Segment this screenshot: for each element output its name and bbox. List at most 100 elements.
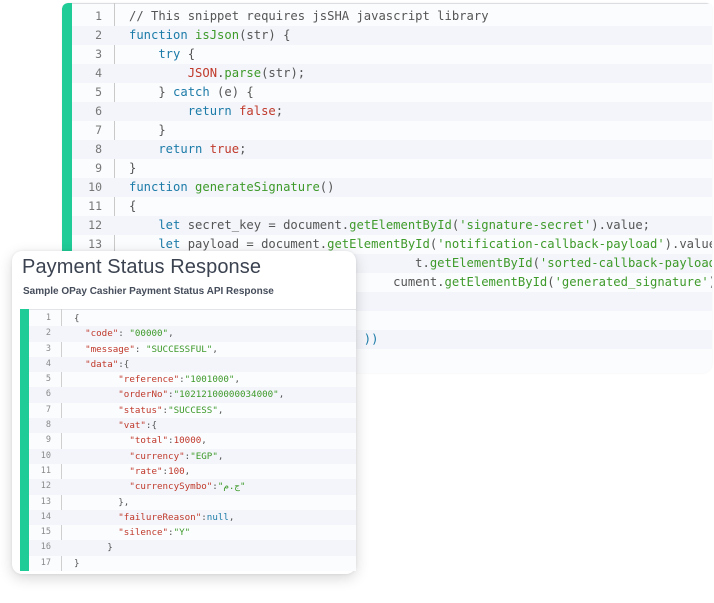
line-code: "reference":"1001000", <box>74 372 240 387</box>
line-code: "total":10000, <box>74 433 207 448</box>
code-token: // This snippet requires jsSHA javascrip… <box>129 9 489 23</box>
code-token: "data" <box>74 358 119 370</box>
code-line: 6 "orderNo":"10212100000034000", <box>29 387 356 403</box>
code-token: "Y" <box>173 527 191 539</box>
card-title: Payment Status Response <box>22 256 262 278</box>
code-token: (str) { <box>239 28 291 42</box>
code-line: 9} <box>72 159 712 178</box>
line-code: } <box>129 121 165 140</box>
line-number: 6 <box>45 389 51 400</box>
code-line: 6 return false; <box>72 102 712 121</box>
line-code: JSON.parse(str); <box>129 64 305 83</box>
code-token: ); <box>709 275 712 289</box>
code-token: function <box>129 28 196 42</box>
code-token: "1001000" <box>184 374 235 386</box>
code-line: 4 "data":{ <box>29 356 356 373</box>
code-token: "failureReason" <box>74 511 202 523</box>
code-token: return <box>129 104 240 118</box>
code-token: } <box>74 557 80 569</box>
code-line: 5 } catch (e) { <box>72 83 712 102</box>
line-number: 8 <box>45 420 51 431</box>
code-token: 'sorted-callback-payload' <box>539 256 712 270</box>
line-number: 2 <box>45 328 51 339</box>
panel-border <box>72 3 712 4</box>
line-code: "vat":{ <box>74 418 157 433</box>
code-token: 100 <box>168 465 185 477</box>
code-token: , <box>217 404 224 416</box>
code-line: 1 // This snippet requires jsSHA javascri… <box>72 7 712 26</box>
line-code: { <box>129 197 136 216</box>
line-number: 14 <box>40 511 51 522</box>
line-number: 7 <box>45 404 51 415</box>
line-number: 12 <box>40 481 51 492</box>
line-code: function isJson(str) { <box>129 26 290 45</box>
code-token: , <box>201 435 207 447</box>
accent-bar <box>20 309 29 571</box>
code-token: "silence" <box>74 527 169 539</box>
line-code: } <box>129 159 136 178</box>
code-token: { <box>129 199 137 213</box>
json-lines: 1 {2 "code": "00000", 3 "message": "SUCCES… <box>29 311 356 571</box>
code-token: null <box>206 511 229 523</box>
code-token: "currency" <box>74 450 185 462</box>
code-token: catch <box>173 85 210 99</box>
code-line: 2 "code": "00000", <box>29 326 356 342</box>
line-number: 3 <box>95 47 102 61</box>
code-line: 10 "currency":"EGP", <box>29 448 356 464</box>
code-token: "vat" <box>74 420 146 432</box>
code-token: function <box>129 180 196 194</box>
line-code: function generateSignature() <box>129 178 334 197</box>
code-token: (e) { <box>209 85 254 99</box>
line-code: } <box>74 540 113 555</box>
code-token: () <box>319 180 335 194</box>
line-code: "currencySymbo":"ج.م" <box>74 479 245 494</box>
line-number: 7 <box>95 123 102 137</box>
code-token: return <box>129 142 210 156</box>
line-number: 4 <box>95 66 102 80</box>
code-token: , <box>217 450 224 462</box>
code-line: 12 "currencySymbo":"ج.م" <box>29 479 356 495</box>
line-number: 9 <box>95 161 102 175</box>
code-token: "EGP" <box>190 450 218 462</box>
code-token: :{ <box>145 420 157 432</box>
line-number: 6 <box>95 104 102 118</box>
code-line: 15 "silence":"Y" <box>29 525 356 540</box>
code-token: "rate" <box>74 465 163 477</box>
code-token: , <box>234 374 240 386</box>
code-line: 3 "message": "SUCCESSFUL", <box>29 342 356 357</box>
code-token: JSON <box>129 66 218 80</box>
code-token: 10000 <box>173 435 202 447</box>
code-token: secret_key = document. <box>187 218 350 232</box>
code-token: , <box>168 328 174 340</box>
code-line: 7 "status":"SUCCESS", <box>29 403 356 418</box>
line-code: return false; <box>129 102 283 121</box>
line-number: 5 <box>45 374 51 385</box>
line-code: "data":{ <box>74 357 129 372</box>
line-code: "rate":100, <box>74 464 190 479</box>
code-token: generateSignature <box>195 180 320 194</box>
code-token: ; <box>239 142 247 156</box>
line-code: { <box>74 311 80 326</box>
code-token: 'generated_signature' <box>554 275 709 289</box>
code-line: 9 "total":10000, <box>29 433 356 448</box>
line-code: "silence":"Y" <box>74 525 190 540</box>
code-token: } <box>129 85 174 99</box>
line-number: 9 <box>45 435 51 446</box>
json-code-block: 1 {2 "code": "00000", 3 "message": "SUCCES… <box>20 309 356 571</box>
code-line: 5 "reference":"1001000", <box>29 372 356 387</box>
line-code: "failureReason":null, <box>74 510 234 525</box>
code-block-border <box>20 309 356 310</box>
line-code: // This snippet requires jsSHA javascrip… <box>129 7 489 26</box>
code-token: "10212100000034000" <box>173 389 279 401</box>
code-token: ( <box>532 256 540 270</box>
code-token: ; <box>275 104 284 118</box>
line-code: "currency":"EGP", <box>74 449 223 464</box>
line-number: 16 <box>40 542 51 553</box>
code-token: "status" <box>74 404 163 416</box>
code-token: getElementById <box>349 218 452 232</box>
line-number: 1 <box>45 313 51 323</box>
line-number: 17 <box>40 557 51 568</box>
code-token: "message" <box>74 343 135 355</box>
code-token: , <box>212 343 218 355</box>
code-token: { <box>74 313 80 324</box>
